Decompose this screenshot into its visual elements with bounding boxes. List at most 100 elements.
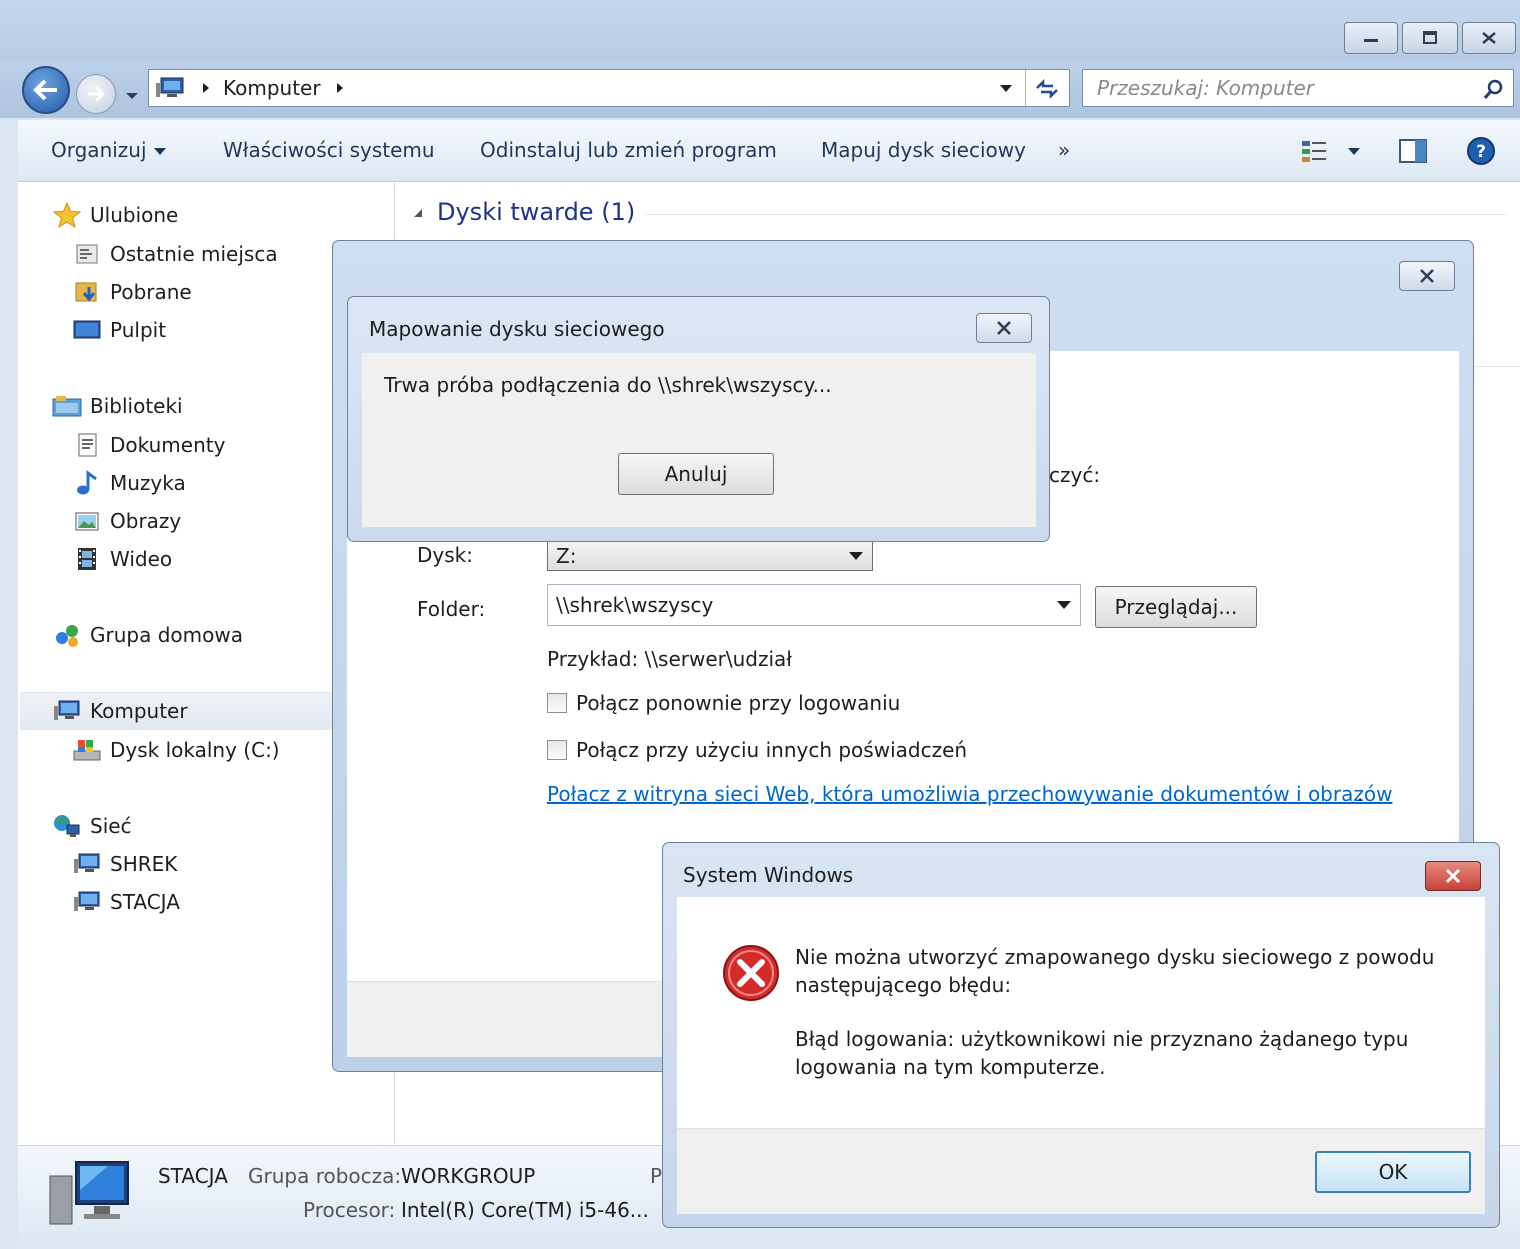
uninstall-program-button[interactable]: Odinstaluj lub zmień program — [480, 138, 777, 162]
maximize-button[interactable] — [1402, 22, 1458, 54]
address-dropdown-icon[interactable] — [999, 83, 1013, 95]
video-icon — [78, 548, 96, 570]
drive-select-value: Z: — [556, 544, 577, 568]
error-close-button[interactable] — [1425, 861, 1481, 891]
web-storage-link[interactable]: Połacz z witryna sieci Web, która umożli… — [547, 782, 1392, 806]
search-box[interactable]: Przeszukaj: Komputer — [1082, 69, 1514, 107]
help-icon[interactable]: ? — [1466, 136, 1496, 166]
network-icon — [54, 815, 80, 837]
map-network-drive-button[interactable]: Mapuj dysk sieciowy — [821, 138, 1026, 162]
address-separator — [1025, 70, 1026, 106]
close-icon — [1445, 868, 1461, 884]
other-credentials-label[interactable]: Połącz przy użyciu innych poświadczeń — [576, 738, 967, 762]
forward-button[interactable] — [76, 74, 116, 114]
close-icon — [1482, 32, 1496, 44]
view-options-icon[interactable] — [1300, 138, 1330, 164]
minimize-icon — [1364, 39, 1378, 42]
reconnect-label[interactable]: Połącz ponownie przy logowaniu — [576, 691, 900, 715]
nav-homegroup[interactable]: Grupa domowa — [52, 617, 243, 653]
computer-icon — [156, 77, 184, 97]
more-commands-button[interactable]: » — [1058, 138, 1070, 162]
error-message-line-2: następującego błędu: — [795, 973, 1012, 997]
nav-recent-places[interactable]: Ostatnie miejsca — [72, 236, 278, 272]
nav-network-stacja[interactable]: STACJA — [72, 884, 180, 920]
nav-label: Sieć — [90, 814, 132, 838]
homegroup-icon — [56, 625, 78, 647]
nav-label: Dysk lokalny (C:) — [110, 738, 280, 762]
nav-libraries[interactable]: Biblioteki — [52, 388, 183, 424]
nav-computer[interactable]: Komputer — [52, 693, 188, 729]
computer-large-icon — [49, 1161, 129, 1225]
browse-button[interactable]: Przeglądaj... — [1095, 586, 1257, 628]
search-icon[interactable] — [1483, 78, 1505, 100]
connecting-dialog: Mapowanie dysku sieciowego Trwa próba po… — [347, 296, 1050, 542]
group-header[interactable]: Dyski twarde (1) — [437, 198, 635, 226]
nav-pictures[interactable]: Obrazy — [72, 503, 181, 539]
nav-desktop[interactable]: Pulpit — [72, 312, 166, 348]
error-message-line-3: Błąd logowania: użytkownikowi nie przyzn… — [795, 1027, 1409, 1051]
error-message-line-4: logowania na tym komputerze. — [795, 1055, 1106, 1079]
connecting-dialog-body: Trwa próba podłączenia do \\shrek\wszysc… — [362, 353, 1036, 527]
group-header-line — [645, 214, 1507, 215]
ok-button[interactable]: OK — [1315, 1151, 1471, 1193]
minimize-button[interactable] — [1344, 22, 1398, 54]
nav-downloads[interactable]: Pobrane — [72, 274, 192, 310]
nav-network-shrek[interactable]: SHREK — [72, 846, 177, 882]
wizard-instruction-partial: czyć: — [1049, 463, 1101, 487]
organize-menu[interactable]: Organizuj — [51, 138, 167, 162]
breadcrumb-computer[interactable]: Komputer — [223, 76, 321, 100]
reconnect-checkbox[interactable] — [547, 693, 567, 713]
nav-label: Komputer — [90, 699, 188, 723]
drive-select[interactable]: Z: — [547, 541, 873, 571]
content-separator — [1473, 366, 1520, 367]
nav-favorites[interactable]: Ulubione — [52, 197, 178, 233]
search-input[interactable]: Przeszukaj: Komputer — [1097, 76, 1314, 100]
recent-places-icon — [76, 244, 98, 264]
cancel-button[interactable]: Anuluj — [618, 453, 774, 495]
desktop-icon — [73, 320, 101, 339]
connecting-message: Trwa próba podłączenia do \\shrek\wszysc… — [384, 373, 832, 397]
chevron-down-icon[interactable] — [1056, 599, 1072, 611]
other-credentials-checkbox[interactable] — [547, 740, 567, 760]
command-bar: Organizuj Właściwości systemu Odinstaluj… — [18, 120, 1520, 182]
computer-icon — [74, 891, 100, 911]
music-note-icon — [77, 470, 97, 495]
pictures-icon — [75, 512, 99, 531]
nav-music[interactable]: Muzyka — [72, 465, 186, 501]
refresh-icon[interactable] — [1033, 78, 1061, 100]
wizard-close-button[interactable] — [1399, 261, 1455, 291]
details-processor-value: Intel(R) Core(TM) i5-46... — [401, 1198, 649, 1222]
folder-input[interactable]: \\shrek\wszyscy — [547, 584, 1081, 626]
preview-pane-icon[interactable] — [1398, 138, 1428, 164]
connecting-dialog-title: Mapowanie dysku sieciowego — [369, 317, 665, 341]
error-dialog: System Windows Nie można utworzyć zmapow… — [662, 842, 1500, 1228]
nav-video[interactable]: Wideo — [72, 541, 172, 577]
chevron-down-icon[interactable] — [1346, 146, 1362, 158]
breadcrumb-arrow-icon[interactable] — [333, 81, 347, 95]
nav-label: Pulpit — [110, 318, 167, 342]
nav-network[interactable]: Sieć — [52, 808, 132, 844]
error-dialog-body: Nie można utworzyć zmapowanego dysku sie… — [677, 897, 1485, 1128]
computer-icon — [54, 700, 80, 720]
close-window-button[interactable] — [1462, 22, 1516, 54]
connecting-close-button[interactable] — [976, 313, 1032, 343]
error-dialog-title: System Windows — [683, 863, 854, 887]
address-bar[interactable]: Komputer — [148, 69, 1070, 107]
nav-local-disk[interactable]: Dysk lokalny (C:) — [72, 732, 280, 768]
close-icon — [1420, 269, 1434, 283]
local-disk-icon — [73, 740, 101, 761]
libraries-icon — [52, 396, 82, 417]
back-button[interactable] — [22, 66, 70, 114]
star-icon — [53, 202, 81, 228]
nav-label: Ostatnie miejsca — [110, 242, 278, 266]
maximize-icon — [1423, 31, 1437, 44]
history-dropdown[interactable] — [124, 83, 140, 107]
system-properties-button[interactable]: Właściwości systemu — [223, 138, 435, 162]
nav-label: Muzyka — [110, 471, 186, 495]
nav-documents[interactable]: Dokumenty — [72, 427, 225, 463]
details-workgroup-label: Grupa robocza: — [248, 1164, 402, 1188]
collapse-triangle-icon[interactable] — [411, 206, 425, 220]
nav-label: Grupa domowa — [90, 623, 243, 647]
downloads-folder-icon — [75, 282, 97, 302]
details-computer-name: STACJA — [158, 1164, 228, 1188]
